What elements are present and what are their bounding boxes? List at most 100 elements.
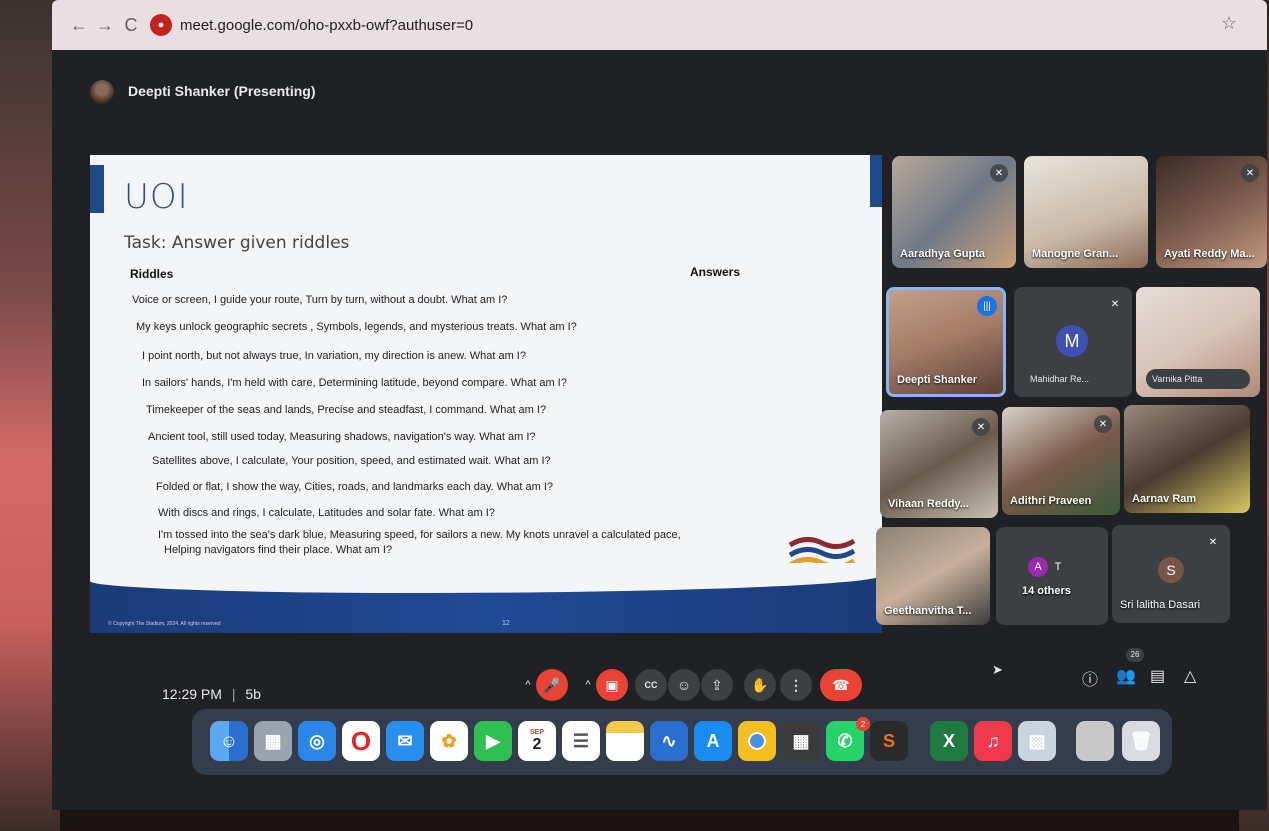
launchpad-icon[interactable]: ▦	[254, 721, 292, 761]
riddle-9: With discs and rings, I calculate, Latit…	[158, 507, 495, 519]
freeform-icon[interactable]: ∿	[650, 721, 688, 761]
riddle-2: My keys unlock geographic secrets , Symb…	[136, 321, 577, 333]
slide-copyright: © Copyright The Stadium, 2024. All right…	[108, 621, 221, 627]
slide-accent-left	[90, 165, 104, 213]
presentation-slide: UOI Task: Answer given riddles Riddles A…	[90, 155, 882, 633]
presenter-avatar	[90, 80, 114, 104]
forward-button[interactable]: →	[92, 15, 118, 36]
opera-icon[interactable]: O	[342, 721, 380, 761]
macos-dock: ☺ ▦ ◎ O ✉ ✿ ▶ SEP 2 ☰ ∿ A ▦ ✆ 2 S X ♫ ▧ …	[192, 709, 1172, 775]
participant-tile[interactable]: ✕ M Mahidhar Re...	[1014, 287, 1132, 397]
participant-name: Aaradhya Gupta	[900, 248, 985, 260]
facetime-icon[interactable]: ▶	[474, 721, 512, 761]
riddle-7: Satellites above, I calculate, Your posi…	[152, 455, 551, 467]
mic-off-icon: ✕	[1208, 536, 1218, 548]
mouse-pointer-icon: ➤	[992, 662, 1003, 677]
participant-tile[interactable]: Aarnav Ram	[1124, 405, 1250, 513]
mic-off-icon: ✕	[972, 418, 990, 436]
mic-off-button[interactable]: 🎤	[536, 669, 568, 701]
answers-header: Answers	[690, 265, 741, 279]
calendar-icon[interactable]: SEP 2	[518, 721, 556, 761]
participant-tile[interactable]: Geethanvitha T...	[876, 527, 990, 625]
participant-avatar: M	[1056, 325, 1088, 357]
riddle-6: Ancient tool, still used today, Measurin…	[148, 431, 536, 443]
chat-icon[interactable]: ▤	[1150, 666, 1165, 686]
participant-name: Deepti Shanker	[897, 374, 978, 386]
riddle-10-line-1: I'm tossed into the sea's dark blue, Mea…	[158, 529, 681, 541]
participant-tile[interactable]: ✕ Aaradhya Gupta	[892, 156, 1016, 268]
meeting-info-icon[interactable]: ⓘ	[1082, 666, 1098, 690]
sublime-text-icon[interactable]: S	[870, 721, 908, 761]
mic-off-icon: ✕	[1110, 298, 1120, 310]
participant-name: Varnika Pitta	[1146, 369, 1250, 389]
participant-name: Adithri Praveen	[1010, 495, 1092, 507]
participant-tile[interactable]: ✕ Ayati Reddy Ma...	[1156, 156, 1267, 268]
slide-title: UOI	[124, 177, 189, 217]
chrome-icon[interactable]	[738, 721, 776, 761]
address-bar[interactable]: ● meet.google.com/oho-pxxb-owf?authuser=…	[150, 9, 473, 41]
reactions-emoji-icon[interactable]: ☺	[668, 669, 700, 701]
excel-icon[interactable]: X	[930, 721, 968, 761]
slide-accent-right	[870, 155, 882, 207]
trash-icon[interactable]: 🗑	[1122, 721, 1160, 761]
present-screen-icon[interactable]: ⇪	[701, 669, 733, 701]
audio-options-chevron-icon[interactable]: ^	[520, 669, 536, 701]
background-left	[0, 0, 60, 831]
participant-avatar: S	[1158, 557, 1184, 583]
others-count: 14 others	[1022, 585, 1071, 597]
participant-tile[interactable]: Manogne Gran...	[1024, 156, 1148, 268]
participant-name: Aarnav Ram	[1132, 493, 1197, 505]
participant-name: Mahidhar Re...	[1024, 369, 1122, 389]
app-store-icon[interactable]: A	[694, 721, 732, 761]
presenter-label: Deepti Shanker (Presenting)	[128, 83, 316, 99]
camera-off-button[interactable]: ▣	[596, 669, 628, 701]
participant-name: Geethanvitha T...	[884, 605, 972, 617]
leave-call-button[interactable]: ☎	[820, 669, 862, 701]
clock-time: 12:29 PM	[162, 686, 222, 702]
time-separator: |	[231, 686, 236, 702]
raise-hand-icon[interactable]: ✋	[744, 669, 776, 701]
notes-icon[interactable]	[606, 721, 644, 761]
people-icon[interactable]: 👥	[1116, 666, 1136, 686]
whatsapp-badge: 2	[856, 717, 870, 731]
url-text: meet.google.com/oho-pxxb-owf?authuser=0	[180, 16, 474, 34]
video-options-chevron-icon[interactable]: ^	[580, 669, 596, 701]
participant-name: Ayati Reddy Ma...	[1164, 248, 1255, 260]
participant-tile[interactable]: ✕ S Sri lalitha Dasari	[1112, 525, 1230, 623]
safari-icon[interactable]: ◎	[298, 721, 336, 761]
slide-subtitle: Task: Answer given riddles	[124, 233, 350, 253]
mic-off-icon: ✕	[990, 164, 1008, 182]
reminders-icon[interactable]: ☰	[562, 721, 600, 761]
music-icon[interactable]: ♫	[974, 721, 1012, 761]
reload-button[interactable]: C	[118, 15, 144, 36]
speaking-indicator-icon: |||	[977, 296, 997, 316]
meeting-time-info: 12:29 PM | 5b	[162, 686, 261, 702]
participant-tile[interactable]: ✕ Adithri Praveen	[1002, 407, 1120, 515]
bookmark-star-icon[interactable]: ☆	[1221, 13, 1237, 34]
participant-tile-active-speaker[interactable]: ||| Deepti Shanker	[886, 287, 1006, 397]
captions-button[interactable]: CC	[635, 669, 667, 701]
preview-icon[interactable]: ▧	[1018, 721, 1056, 761]
people-count-badge: 26	[1126, 648, 1144, 662]
downloads-stack-icon[interactable]	[1076, 721, 1114, 761]
participant-name: Manogne Gran...	[1032, 248, 1119, 260]
meet-header: Deepti Shanker (Presenting)	[52, 50, 1267, 132]
riddle-1: Voice or screen, I guide your route, Tur…	[132, 294, 508, 306]
participant-name: Sri lalitha Dasari	[1120, 599, 1201, 611]
participant-name: Vihaan Reddy...	[888, 498, 969, 510]
back-button[interactable]: ←	[66, 15, 92, 36]
photos-icon[interactable]: ✿	[430, 721, 468, 761]
others-avatar-a: A	[1028, 557, 1048, 577]
riddle-3: I point north, but not always true, In v…	[142, 350, 526, 362]
activities-icon[interactable]: △	[1184, 666, 1196, 686]
mail-icon[interactable]: ✉	[386, 721, 424, 761]
participant-tile[interactable]: Varnika Pitta	[1136, 287, 1260, 397]
participant-tile[interactable]: ✕ Vihaan Reddy...	[880, 410, 998, 518]
others-tile[interactable]: A T 14 others	[996, 527, 1108, 625]
site-info-icon[interactable]: ●	[150, 14, 172, 36]
finder-icon[interactable]: ☺	[210, 721, 248, 761]
riddle-4: In sailors' hands, I'm held with care, D…	[142, 377, 567, 389]
more-options-icon[interactable]: ⋮	[780, 669, 812, 701]
mic-off-icon: ✕	[1094, 415, 1112, 433]
calculator-icon[interactable]: ▦	[782, 721, 820, 761]
